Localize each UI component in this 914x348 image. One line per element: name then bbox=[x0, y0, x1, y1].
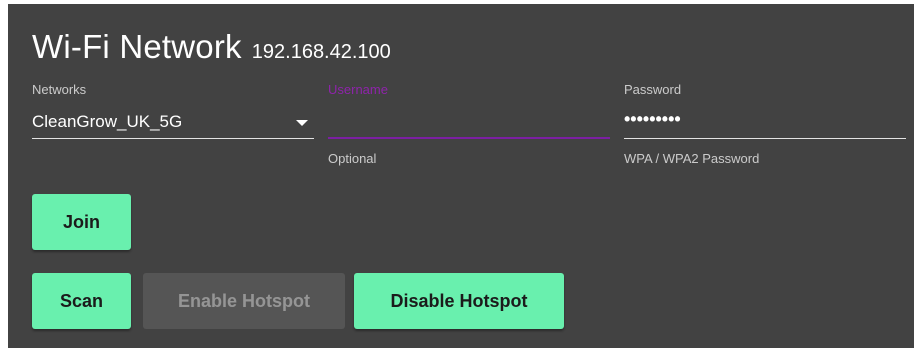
scan-button[interactable]: Scan bbox=[32, 273, 131, 329]
networks-select-field[interactable]: Networks CleanGrow_UK_5G bbox=[32, 82, 314, 139]
password-field[interactable]: Password ••••••••• WPA / WPA2 Password bbox=[624, 82, 906, 166]
networks-select[interactable]: CleanGrow_UK_5G bbox=[32, 108, 314, 136]
password-underline bbox=[624, 138, 906, 139]
username-underline bbox=[328, 137, 610, 139]
wifi-network-panel: Wi-Fi Network 192.168.42.100 Networks Cl… bbox=[8, 4, 914, 348]
page-title: Wi-Fi Network bbox=[32, 28, 242, 65]
password-hint: WPA / WPA2 Password bbox=[624, 151, 760, 166]
page-header: Wi-Fi Network 192.168.42.100 bbox=[32, 28, 391, 66]
username-label: Username bbox=[328, 82, 388, 97]
password-input[interactable]: ••••••••• bbox=[624, 108, 906, 136]
password-masked-value: ••••••••• bbox=[624, 109, 681, 129]
username-field[interactable]: Username Optional bbox=[328, 82, 610, 166]
dropdown-arrow-icon[interactable] bbox=[296, 120, 308, 126]
disable-hotspot-button[interactable]: Disable Hotspot bbox=[354, 273, 564, 329]
networks-label: Networks bbox=[32, 82, 87, 97]
username-input[interactable] bbox=[328, 108, 610, 136]
ip-address: 192.168.42.100 bbox=[251, 41, 391, 63]
networks-selected-value: CleanGrow_UK_5G bbox=[32, 112, 183, 131]
networks-underline bbox=[32, 138, 314, 139]
username-hint: Optional bbox=[328, 151, 377, 166]
password-label: Password bbox=[624, 82, 682, 97]
enable-hotspot-button[interactable]: Enable Hotspot bbox=[143, 273, 345, 329]
join-button[interactable]: Join bbox=[32, 194, 131, 250]
